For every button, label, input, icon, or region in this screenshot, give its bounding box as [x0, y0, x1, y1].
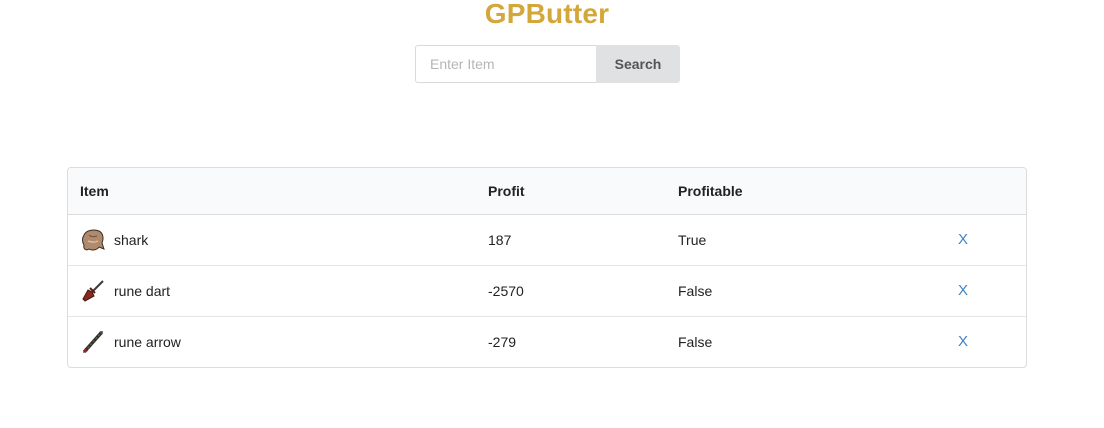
header-profit: Profit	[476, 168, 666, 215]
rune-dart-icon	[80, 278, 106, 304]
profitable-cell: False	[666, 315, 936, 367]
profitable-cell: True	[678, 231, 707, 248]
table-header-row: Item Profit Profitable	[68, 168, 1026, 215]
table-row: shark 187 True X	[68, 214, 1026, 265]
item-cell: rune arrow	[80, 329, 464, 355]
header-actions	[936, 168, 1026, 215]
shark-icon	[80, 227, 106, 253]
header-profitable: Profitable	[666, 168, 936, 215]
profit-cell: 187	[488, 231, 512, 248]
item-cell: rune dart	[80, 278, 464, 304]
header-item: Item	[68, 168, 476, 215]
table-row: rune dart -2570 False X	[68, 264, 1026, 316]
search-input[interactable]	[415, 45, 596, 83]
remove-item-button[interactable]: X	[958, 282, 968, 299]
profit-cell: -279	[476, 315, 666, 367]
search-button[interactable]: Search	[596, 45, 680, 83]
table-row: rune arrow -279 False X	[68, 315, 1026, 367]
item-cell: shark	[80, 227, 464, 253]
profit-cell: -2570	[476, 264, 666, 316]
profitable-cell: False	[666, 264, 936, 316]
item-name: rune dart	[114, 282, 171, 299]
item-name: shark	[114, 231, 149, 248]
app-title: GPButter	[484, 0, 610, 29]
remove-item-button[interactable]: X	[958, 333, 968, 350]
item-name: rune arrow	[114, 333, 181, 350]
page: GPButter Search Item Profit Profitable	[0, 0, 1104, 428]
remove-item-button[interactable]: X	[958, 231, 968, 248]
items-table: Item Profit Profitable shark 187 True X …	[67, 167, 1027, 368]
rune-arrow-icon	[80, 329, 106, 355]
search-bar: Search	[415, 45, 680, 83]
